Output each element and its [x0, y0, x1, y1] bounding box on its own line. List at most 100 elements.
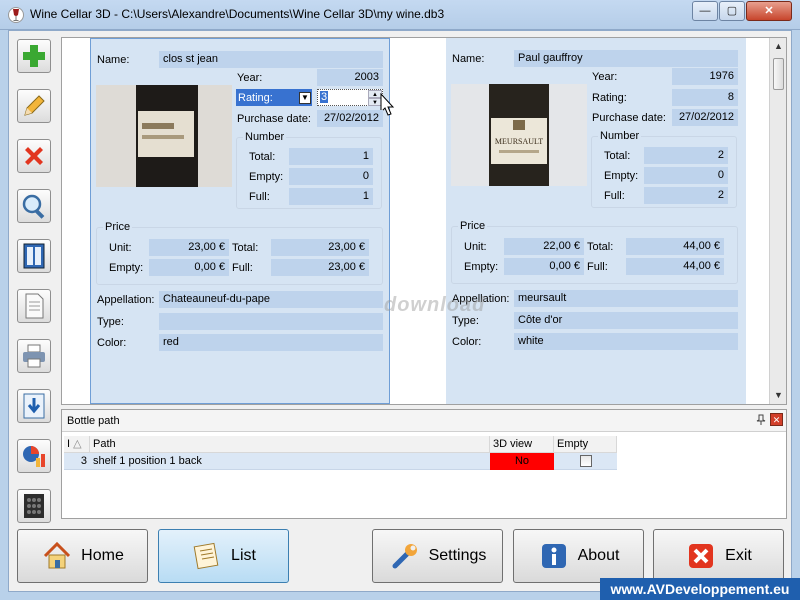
price-total-field[interactable]: 23,00 € — [271, 239, 369, 256]
exit-icon — [689, 544, 714, 568]
rating-field[interactable]: 8 — [672, 89, 738, 106]
wine-records-panel: Name: clos st jean Year: 2003 Rating: ▼ … — [61, 37, 787, 405]
number-total-field[interactable]: 1 — [289, 148, 373, 165]
close-button[interactable]: ✕ — [746, 1, 792, 21]
scroll-up-icon[interactable]: ▲ — [770, 38, 786, 55]
home-label: Home — [81, 547, 124, 564]
number-full-label: Full: — [604, 190, 625, 202]
year-field[interactable]: 1976 — [672, 68, 738, 85]
price-empty-field[interactable]: 0,00 € — [504, 258, 584, 275]
name-field[interactable]: clos st jean — [159, 51, 383, 68]
row-3d-view[interactable]: No — [490, 453, 554, 470]
number-group-title: Number — [243, 131, 287, 143]
row-empty-cell[interactable] — [554, 453, 617, 470]
number-full-field[interactable]: 1 — [289, 188, 373, 205]
statistics-icon — [23, 446, 45, 467]
settings-button[interactable]: Settings — [372, 529, 503, 583]
wrench-icon — [392, 544, 417, 569]
number-total-field[interactable]: 2 — [644, 147, 728, 164]
home-button[interactable]: Home — [17, 529, 148, 583]
column-header-3d-view[interactable]: 3D view — [490, 436, 554, 453]
info-icon — [541, 544, 566, 568]
maximize-button[interactable]: ▢ — [719, 1, 745, 21]
wine-card-1[interactable]: Name: clos st jean Year: 2003 Rating: ▼ … — [90, 38, 395, 404]
wine-card-2[interactable]: Name: Paul gauffroy MEURSAULT Year: 1976… — [446, 38, 746, 404]
row-path[interactable]: shelf 1 position 1 back — [90, 453, 490, 470]
row-index[interactable]: 3 — [64, 453, 90, 470]
color-label: Color: — [452, 336, 482, 348]
rating-label: Rating: — [592, 92, 627, 104]
bottle-path-panel: Bottle path ✕ I △ Path 3D view Empty 3 s… — [61, 409, 787, 519]
number-empty-field[interactable]: 0 — [289, 168, 373, 185]
price-total-field[interactable]: 44,00 € — [626, 238, 724, 255]
appellation-field[interactable]: Chateauneuf-du-pape — [159, 291, 383, 308]
price-unit-field[interactable]: 22,00 € — [504, 238, 584, 255]
type-label: Type: — [97, 316, 124, 328]
add-icon — [23, 45, 45, 67]
search-button[interactable] — [17, 189, 51, 223]
price-full-label: Full: — [232, 262, 253, 274]
scroll-down-icon[interactable]: ▼ — [770, 387, 786, 404]
color-label: Color: — [97, 337, 127, 349]
wine-rack-icon — [24, 494, 44, 518]
rating-spinbox[interactable]: 3 ▲ ▼ — [317, 89, 383, 106]
delete-icon — [25, 147, 43, 165]
column-index-label: I — [67, 438, 71, 450]
statistics-button[interactable] — [17, 439, 51, 473]
year-field[interactable]: 2003 — [317, 69, 383, 86]
vertical-scrollbar[interactable]: ▲ ▼ — [769, 38, 786, 404]
number-total-label: Total: — [249, 151, 276, 163]
type-field[interactable]: Côte d'or — [514, 312, 738, 329]
bottle-image — [96, 85, 232, 187]
pin-icon[interactable] — [755, 414, 767, 426]
price-full-field[interactable]: 44,00 € — [626, 258, 724, 275]
purchase-date-field[interactable]: 27/02/2012 — [317, 110, 383, 127]
export-button[interactable] — [17, 389, 51, 423]
name-label: Name: — [97, 54, 130, 66]
panel-close-icon[interactable]: ✕ — [770, 413, 783, 426]
wine-rack-button[interactable] — [17, 489, 51, 523]
bottle-image: MEURSAULT — [451, 84, 587, 186]
add-button[interactable] — [17, 39, 51, 73]
column-header-index[interactable]: I △ — [64, 436, 90, 453]
cellar-button[interactable] — [17, 239, 51, 273]
number-full-field[interactable]: 2 — [644, 187, 728, 204]
scrollbar-thumb[interactable] — [773, 58, 784, 90]
number-empty-field[interactable]: 0 — [644, 167, 728, 184]
purchase-date-field[interactable]: 27/02/2012 — [672, 109, 738, 126]
cellar-icon — [23, 243, 45, 269]
edit-icon — [24, 95, 45, 116]
print-icon — [23, 344, 45, 368]
list-button[interactable]: List — [158, 529, 289, 583]
price-empty-field[interactable]: 0,00 € — [149, 259, 229, 276]
exit-label: Exit — [725, 547, 752, 564]
exit-button[interactable]: Exit — [653, 529, 784, 583]
minimize-button[interactable]: — — [692, 1, 718, 21]
color-field[interactable]: white — [514, 333, 738, 350]
price-group: Price — [96, 221, 383, 285]
document-button[interactable] — [17, 289, 51, 323]
appellation-field[interactable]: meursault — [514, 290, 738, 307]
bottle-photo — [96, 85, 232, 187]
price-unit-label: Unit: — [464, 241, 487, 253]
empty-checkbox[interactable] — [580, 455, 592, 467]
price-full-label: Full: — [587, 261, 608, 273]
price-group: Price — [451, 220, 738, 284]
number-full-label: Full: — [249, 191, 270, 203]
print-button[interactable] — [17, 339, 51, 373]
price-full-field[interactable]: 23,00 € — [271, 259, 369, 276]
color-field[interactable]: red — [159, 334, 383, 351]
column-header-empty[interactable]: Empty — [554, 436, 617, 453]
rating-value: 3 — [320, 91, 329, 103]
column-header-path[interactable]: Path — [90, 436, 490, 453]
rating-dropdown-icon[interactable]: ▼ — [299, 92, 311, 104]
purchase-date-label: Purchase date: — [592, 112, 666, 124]
delete-button[interactable] — [17, 139, 51, 173]
name-field[interactable]: Paul gauffroy — [514, 50, 738, 67]
website-url-banner: www.AVDeveloppement.eu — [600, 578, 800, 600]
year-label: Year: — [592, 71, 618, 83]
edit-button[interactable] — [17, 89, 51, 123]
about-button[interactable]: About — [513, 529, 644, 583]
price-unit-field[interactable]: 23,00 € — [149, 239, 229, 256]
type-field[interactable] — [159, 313, 383, 330]
